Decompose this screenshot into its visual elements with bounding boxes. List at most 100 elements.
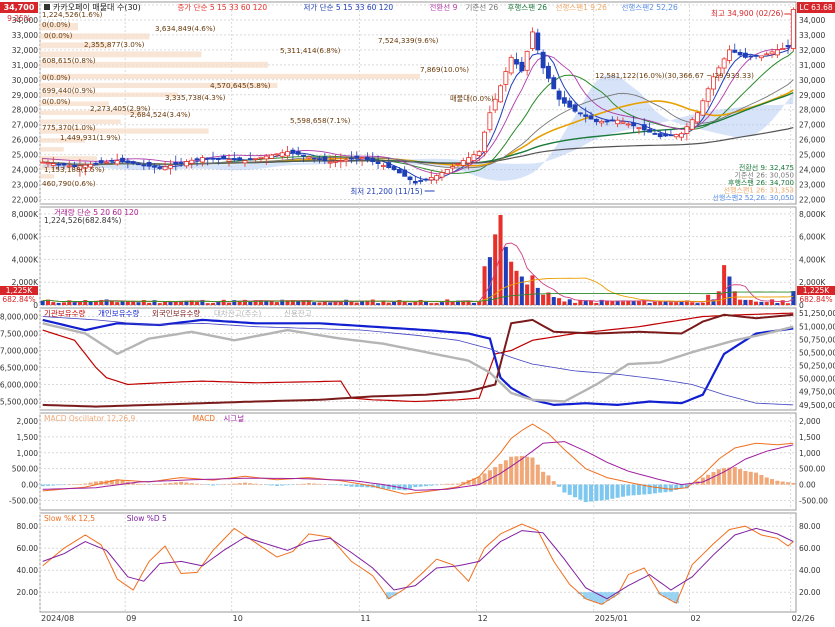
volume-bar <box>743 299 748 305</box>
volume-bar <box>471 302 476 305</box>
candle-body <box>210 157 216 160</box>
candle-body <box>577 112 583 115</box>
macd-oscillator-bar <box>423 484 429 487</box>
macd-oscillator-bar <box>407 484 413 489</box>
volume-bar <box>631 300 636 305</box>
y-tick-label-left: 1,500 <box>17 433 39 442</box>
macd-oscillator-bar <box>67 484 72 486</box>
y-tick-label-left: 6,000K <box>12 233 39 242</box>
candle-body <box>295 151 301 155</box>
price-tag-text: 34,700 <box>4 3 35 12</box>
volume-bar <box>754 301 759 305</box>
macd-oscillator-bar <box>328 484 333 486</box>
candle-body <box>109 159 115 162</box>
candle-body <box>700 100 706 116</box>
volume-profile-label: 매물대(0.0%) <box>450 94 494 103</box>
volume-profile-label: 699,440(0.9%) <box>42 86 96 95</box>
y-tick-label-left: 500.00 <box>12 465 38 474</box>
volume-profile-label: 2,684,524(3.4%) <box>130 110 191 119</box>
candle-body <box>668 134 674 137</box>
macd-oscillator-bar <box>562 484 567 493</box>
y-tick-label-right: 29,000 <box>799 91 825 100</box>
volume-bar <box>764 302 769 305</box>
macd-oscillator-bar <box>147 484 152 486</box>
volume-bar <box>317 302 322 305</box>
y-tick-label-left: 4,000K <box>12 255 39 264</box>
volume-bar <box>407 303 413 305</box>
macd-oscillator-bar <box>620 484 625 497</box>
high-annotation: 최고 34,900 (02/26) <box>711 8 783 18</box>
volume-bar <box>349 301 354 305</box>
y-tick-label-right: 1,000 <box>799 449 821 458</box>
macd-oscillator-bar <box>754 472 759 485</box>
candle-body <box>173 162 179 165</box>
y-tick-label-left: 24,000 <box>12 166 38 175</box>
macd-oscillator-bar <box>594 484 599 501</box>
volume-bar <box>604 300 610 305</box>
candle-body <box>540 51 546 69</box>
volume-bar <box>301 301 306 305</box>
candle-body <box>748 55 754 58</box>
macd-oscillator-bar <box>344 484 349 486</box>
macd-oscillator-bar <box>141 484 146 485</box>
candle-body <box>599 120 605 124</box>
volume-bar <box>205 303 210 305</box>
candle-body <box>514 59 519 65</box>
volume-bar <box>690 302 695 305</box>
volume-bar <box>83 300 88 305</box>
y-tick-label-right: 23,000 <box>799 181 825 190</box>
y-tick-label-right: 33,000 <box>799 31 825 40</box>
candle-body <box>359 157 365 160</box>
volume-bar <box>791 291 796 305</box>
volume-bar <box>429 303 434 305</box>
candle-body <box>386 162 392 168</box>
candle-body <box>774 49 780 56</box>
macd-oscillator-bar <box>280 484 285 486</box>
y-tick-label-left: 17,000,000 <box>0 347 38 356</box>
y-tick-label-left: 26,000 <box>12 136 38 145</box>
candle-body <box>349 157 354 160</box>
candle-body <box>258 156 264 159</box>
volume-bar <box>562 301 567 305</box>
volume-bar <box>125 301 130 305</box>
x-tick-label: 12 <box>478 614 488 623</box>
legend-item: 선행스팬2 52,26 <box>622 2 678 12</box>
candle-body <box>556 90 562 100</box>
y-tick-label-left: 30,000 <box>12 76 38 85</box>
candle-body <box>657 133 663 138</box>
volume-bar <box>221 299 226 305</box>
oversold-fill <box>583 592 589 599</box>
macd-oscillator-bar <box>189 483 194 485</box>
macd-oscillator-bar <box>45 484 51 486</box>
y-tick-label-left: 2,000 <box>17 417 39 426</box>
macd-oscillator-bar <box>61 484 66 486</box>
candle-body <box>343 159 349 162</box>
candle-body <box>684 126 690 134</box>
candle-body <box>136 163 141 166</box>
price-change-text: 9.25% <box>7 14 31 23</box>
volume-profile-label: 7,524,339(9.6%) <box>378 36 439 45</box>
macd-oscillator-bar <box>216 484 221 486</box>
candle-body <box>471 154 477 161</box>
macd-oscillator-bar <box>711 472 716 485</box>
macd-legend-item: 시그널 <box>223 414 244 423</box>
macd-oscillator-bar <box>578 484 583 500</box>
macd-oscillator-bar <box>184 482 189 485</box>
volume-profile-label: 12,581,122(16.0%)(30,366.67 ~ 29,933.33) <box>595 71 754 80</box>
y-tick-label-right: 20.00 <box>799 588 821 597</box>
candle-body <box>130 161 136 164</box>
candle-body <box>593 118 599 123</box>
y-tick-label-right: 34,000 <box>799 16 825 25</box>
macd-oscillator-bar <box>221 484 226 486</box>
y-tick-label-right: 80.00 <box>799 522 821 531</box>
macd-oscillator-bar <box>626 484 631 496</box>
macd-oscillator-bar <box>530 457 535 485</box>
macd-oscillator-bar <box>163 483 168 485</box>
candle-body <box>732 49 738 53</box>
y-tick-label-left: 15,500,000 <box>0 398 38 407</box>
y-tick-label-right: -500.00 <box>799 496 828 505</box>
candle-body <box>375 161 381 164</box>
candle-body <box>625 123 631 126</box>
legend-item: 선행스팬1 9,26 <box>556 2 608 12</box>
volume-bar <box>434 302 439 305</box>
